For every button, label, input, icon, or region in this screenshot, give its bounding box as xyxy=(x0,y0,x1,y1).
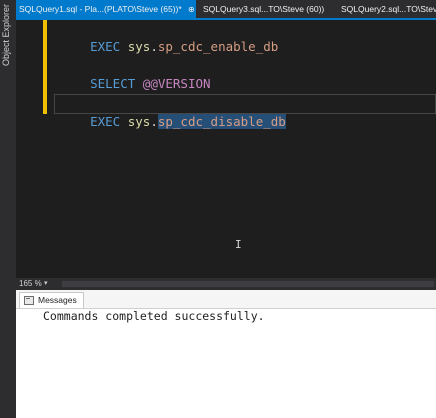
procedure-name: sp_cdc_enable_db xyxy=(157,39,279,54)
ibeam-cursor-icon: I xyxy=(235,238,242,251)
code-line-5[interactable]: EXEC sys.sp_cdc_disable_db xyxy=(60,95,286,129)
object-explorer-label[interactable]: Object Explorer xyxy=(1,4,11,66)
selected-procedure-name: sp_cdc_disable_db xyxy=(157,114,286,129)
code-line-1[interactable]: EXEC sys.sp_cdc_enable_db xyxy=(60,20,278,54)
editor-status-strip: 165 % ▾ xyxy=(16,278,436,290)
code-line-3[interactable]: SELECT @@VERSION xyxy=(60,57,210,91)
zoom-level[interactable]: 165 % xyxy=(19,278,42,290)
tab-sqlquery1[interactable]: SQLQuery1.sql - Pla...(PLATO\Steve (65))… xyxy=(16,0,196,18)
keyword: EXEC xyxy=(90,39,121,54)
keyword: EXEC xyxy=(90,114,121,129)
tab-sqlquery3[interactable]: SQLQuery3.sql...TO\Steve (60)) xyxy=(200,0,326,18)
results-pane: Messages Commands completed successfully… xyxy=(16,290,436,418)
dot-separator: . xyxy=(150,39,158,54)
editor-margin xyxy=(16,20,46,278)
tab-label: SQLQuery3.sql...TO\Steve (60)) xyxy=(203,4,325,14)
tab-messages-label: Messages xyxy=(38,295,77,305)
tab-label: SQLQuery2.sql...TO\Steve (59)) xyxy=(341,4,436,14)
tab-label: SQLQuery1.sql - Pla...(PLATO\Steve (65))… xyxy=(19,4,182,14)
horizontal-scrollbar[interactable] xyxy=(62,281,434,287)
query-editor[interactable]: EXEC sys.sp_cdc_enable_db SELECT @@VERSI… xyxy=(16,20,436,278)
tab-messages[interactable]: Messages xyxy=(19,292,84,308)
results-tab-bar: Messages xyxy=(16,290,436,309)
messages-icon xyxy=(24,296,34,305)
result-message: Commands completed successfully. xyxy=(43,309,265,323)
object-explorer-strip[interactable]: Object Explorer xyxy=(0,0,17,290)
global-variable: @@VERSION xyxy=(142,76,211,91)
tab-sqlquery2[interactable]: SQLQuery2.sql...TO\Steve (59)) xyxy=(338,0,436,18)
change-tracking-bar xyxy=(43,20,47,114)
pin-icon[interactable]: ⊕ xyxy=(188,1,195,18)
schema-name: sys xyxy=(127,39,151,54)
document-tab-bar: SQLQuery1.sql - Pla...(PLATO\Steve (65))… xyxy=(16,0,436,18)
chevron-down-icon[interactable]: ▾ xyxy=(44,278,48,290)
keyword: SELECT xyxy=(90,76,136,91)
dot-separator: . xyxy=(150,114,158,129)
schema-name: sys xyxy=(127,114,151,129)
